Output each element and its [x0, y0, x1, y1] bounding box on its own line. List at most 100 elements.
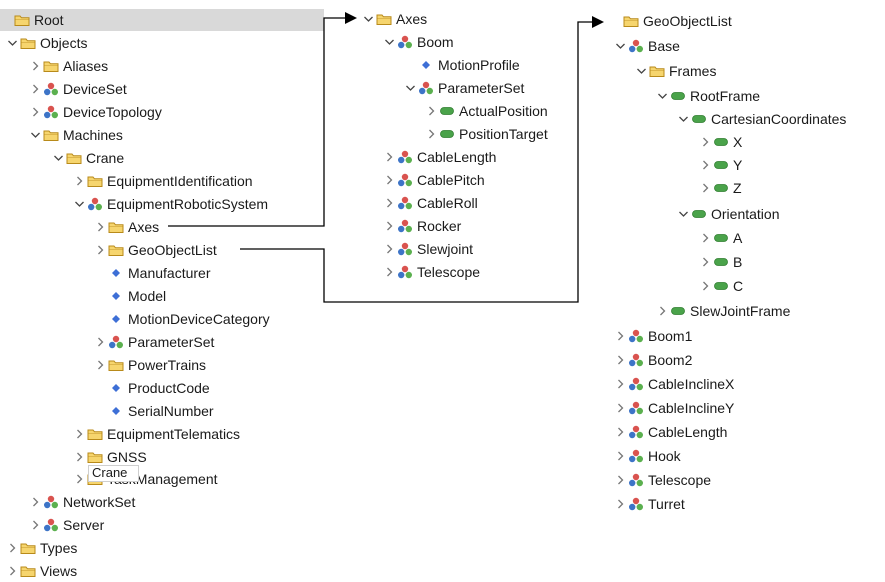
chevron-right-icon[interactable] — [73, 446, 87, 468]
chevron-down-icon[interactable] — [656, 85, 670, 107]
chevron-right-icon[interactable] — [29, 491, 43, 513]
chevron-right-icon[interactable] — [383, 238, 397, 260]
chevron-right-icon[interactable] — [383, 146, 397, 168]
chevron-right-icon[interactable] — [73, 170, 87, 192]
tree-item-axes[interactable]: Axes — [362, 8, 427, 30]
tree-item-x[interactable]: X — [699, 131, 742, 153]
tree-item-motiondevicecategory[interactable]: MotionDeviceCategory — [94, 308, 270, 330]
chevron-right-icon[interactable] — [94, 216, 108, 238]
tree-item-telescope[interactable]: Telescope — [383, 261, 480, 283]
chevron-down-icon[interactable] — [614, 35, 628, 57]
chevron-down-icon[interactable] — [52, 147, 66, 169]
tree-item-z[interactable]: Z — [699, 177, 742, 199]
chevron-right-icon[interactable] — [73, 423, 87, 445]
chevron-right-icon[interactable] — [29, 78, 43, 100]
chevron-right-icon[interactable] — [699, 251, 713, 273]
tree-item-cablelength[interactable]: CableLength — [383, 146, 496, 168]
tree-item-server[interactable]: Server — [29, 514, 104, 536]
tree-item-base[interactable]: Base — [614, 35, 680, 57]
tree-item-rocker[interactable]: Rocker — [383, 215, 461, 237]
tree-item-manufacturer[interactable]: Manufacturer — [94, 262, 210, 284]
tree-item-aliases[interactable]: Aliases — [29, 55, 108, 77]
chevron-down-icon[interactable] — [404, 77, 418, 99]
chevron-right-icon[interactable] — [699, 131, 713, 153]
tree-item-y[interactable]: Y — [699, 154, 742, 176]
tree-item-devicetopology[interactable]: DeviceTopology — [29, 101, 162, 123]
tree-item-telescope[interactable]: Telescope — [614, 469, 711, 491]
tree-item-machines[interactable]: Machines — [29, 124, 123, 146]
tree-item-cablepitch[interactable]: CablePitch — [383, 169, 485, 191]
chevron-right-icon[interactable] — [6, 560, 20, 582]
chevron-right-icon[interactable] — [699, 227, 713, 249]
tree-item-b[interactable]: B — [699, 251, 742, 273]
tree-item-hook[interactable]: Hook — [614, 445, 681, 467]
tree-item-cableinclinex[interactable]: CableInclineX — [614, 373, 734, 395]
tree-item-slewjoint[interactable]: Slewjoint — [383, 238, 473, 260]
tree-item-frames[interactable]: Frames — [635, 60, 716, 82]
tree-item-geoobjectlist[interactable]: GeoObjectList — [609, 10, 732, 32]
tree-item-geoobjectlist[interactable]: GeoObjectList — [94, 239, 217, 261]
tree-item-boom[interactable]: Boom — [383, 31, 454, 53]
chevron-down-icon[interactable] — [677, 108, 691, 130]
tree-item-types[interactable]: Types — [6, 537, 77, 559]
chevron-right-icon[interactable] — [699, 177, 713, 199]
tree-item-cablelength[interactable]: CableLength — [614, 421, 727, 443]
tree-item-parameterset[interactable]: ParameterSet — [404, 77, 524, 99]
tree-item-networkset[interactable]: NetworkSet — [29, 491, 135, 513]
tree-item-cableincliney[interactable]: CableInclineY — [614, 397, 734, 419]
chevron-down-icon[interactable] — [73, 193, 87, 215]
chevron-right-icon[interactable] — [614, 421, 628, 443]
tree-item-deviceset[interactable]: DeviceSet — [29, 78, 127, 100]
chevron-right-icon[interactable] — [656, 300, 670, 322]
chevron-right-icon[interactable] — [94, 239, 108, 261]
tree-item-productcode[interactable]: ProductCode — [94, 377, 210, 399]
tree-item-crane[interactable]: Crane — [52, 147, 124, 169]
chevron-right-icon[interactable] — [383, 192, 397, 214]
chevron-right-icon[interactable] — [73, 468, 87, 490]
tree-item-model[interactable]: Model — [94, 285, 166, 307]
chevron-right-icon[interactable] — [29, 55, 43, 77]
chevron-right-icon[interactable] — [699, 275, 713, 297]
chevron-right-icon[interactable] — [383, 215, 397, 237]
chevron-right-icon[interactable] — [383, 261, 397, 283]
tree-item-orientation[interactable]: Orientation — [677, 203, 779, 225]
tree-item-objects[interactable]: Objects — [6, 32, 87, 54]
tree-item-boom1[interactable]: Boom1 — [614, 325, 692, 347]
chevron-down-icon[interactable] — [677, 203, 691, 225]
tree-item-boom2[interactable]: Boom2 — [614, 349, 692, 371]
chevron-right-icon[interactable] — [614, 493, 628, 515]
tree-item-actualposition[interactable]: ActualPosition — [425, 100, 548, 122]
tree-item-parameterset[interactable]: ParameterSet — [94, 331, 214, 353]
chevron-right-icon[interactable] — [94, 354, 108, 376]
tree-item-slewjointframe[interactable]: SlewJointFrame — [656, 300, 790, 322]
tree-item-equipmentroboticsystem[interactable]: EquipmentRoboticSystem — [73, 193, 268, 215]
tree-item-cartesiancoordinates[interactable]: CartesianCoordinates — [677, 108, 846, 130]
chevron-right-icon[interactable] — [614, 397, 628, 419]
chevron-right-icon[interactable] — [29, 514, 43, 536]
tree-item-motionprofile[interactable]: MotionProfile — [404, 54, 520, 76]
chevron-right-icon[interactable] — [94, 331, 108, 353]
chevron-right-icon[interactable] — [383, 169, 397, 191]
tree-item-axes[interactable]: Axes — [94, 216, 159, 238]
chevron-down-icon[interactable] — [362, 8, 376, 30]
chevron-right-icon[interactable] — [614, 373, 628, 395]
chevron-right-icon[interactable] — [614, 469, 628, 491]
chevron-right-icon[interactable] — [699, 154, 713, 176]
chevron-right-icon[interactable] — [6, 537, 20, 559]
tree-item-equipmentidentification[interactable]: EquipmentIdentification — [73, 170, 253, 192]
tree-item-equipmenttelematics[interactable]: EquipmentTelematics — [73, 423, 240, 445]
tree-item-root[interactable]: Root — [0, 9, 64, 31]
tree-item-a[interactable]: A — [699, 227, 742, 249]
chevron-down-icon[interactable] — [6, 32, 20, 54]
tree-item-serialnumber[interactable]: SerialNumber — [94, 400, 214, 422]
chevron-down-icon[interactable] — [29, 124, 43, 146]
chevron-down-icon[interactable] — [383, 31, 397, 53]
tree-item-positiontarget[interactable]: PositionTarget — [425, 123, 548, 145]
chevron-right-icon[interactable] — [425, 100, 439, 122]
tree-item-views[interactable]: Views — [6, 560, 77, 582]
tree-item-powertrains[interactable]: PowerTrains — [94, 354, 206, 376]
chevron-right-icon[interactable] — [614, 325, 628, 347]
tree-item-c[interactable]: C — [699, 275, 743, 297]
chevron-right-icon[interactable] — [614, 445, 628, 467]
chevron-right-icon[interactable] — [614, 349, 628, 371]
